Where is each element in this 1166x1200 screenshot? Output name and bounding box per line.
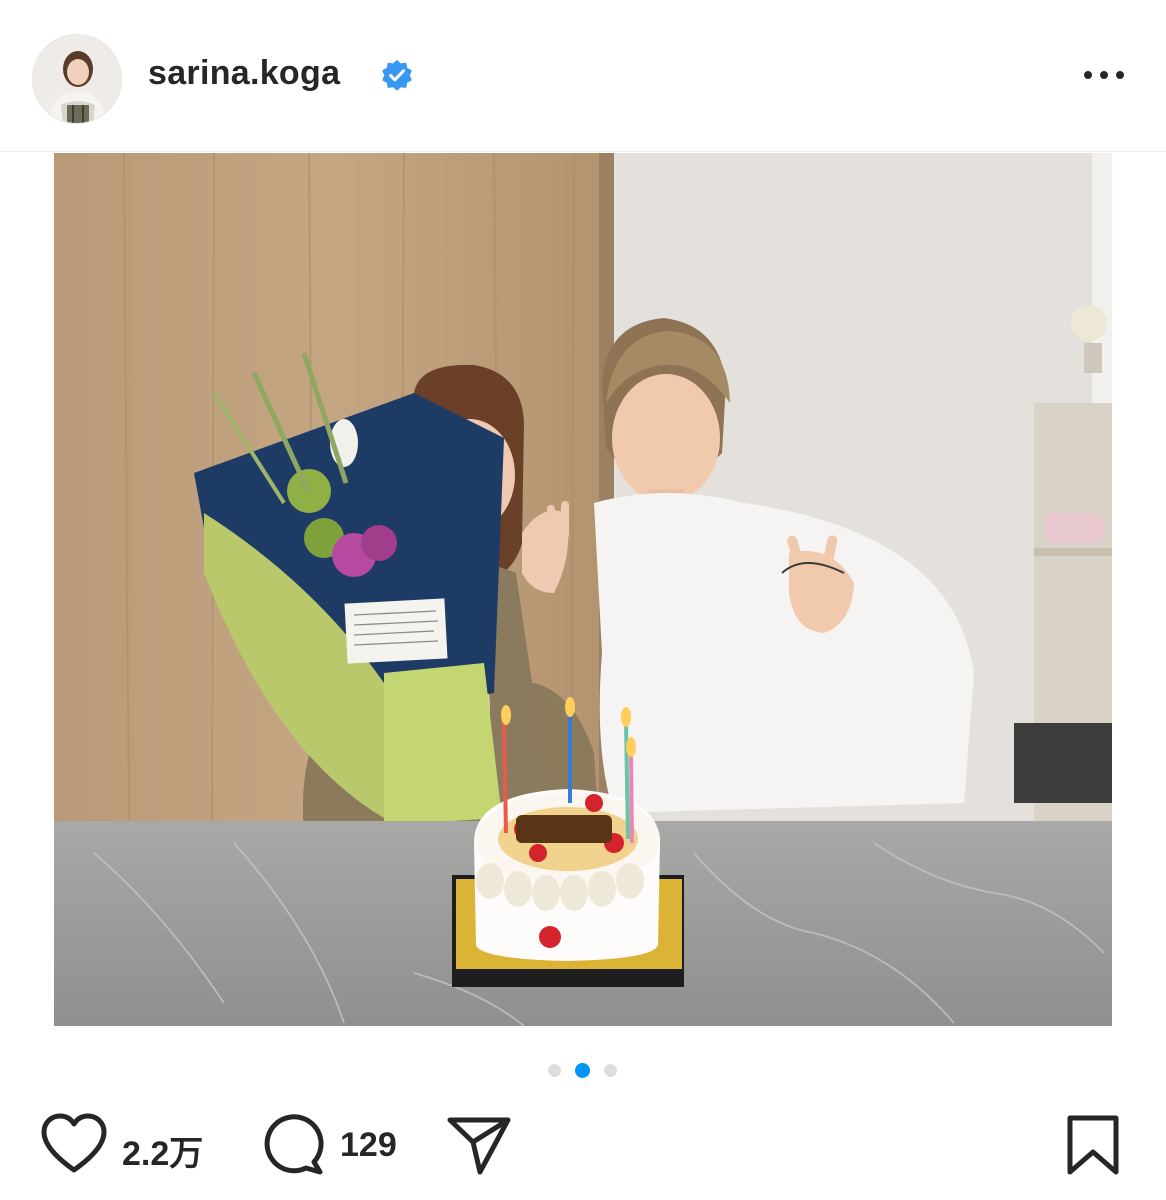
heart-icon[interactable]	[40, 1112, 108, 1176]
carousel-dot[interactable]	[604, 1064, 617, 1077]
paper-plane-icon[interactable]	[446, 1114, 512, 1176]
photo-illustration	[54, 153, 1112, 1026]
post-photo[interactable]	[54, 153, 1112, 1026]
carousel-dot-active[interactable]	[575, 1063, 590, 1078]
comment-icon[interactable]	[262, 1114, 326, 1176]
carousel-dot[interactable]	[548, 1064, 561, 1077]
verified-badge-icon	[382, 59, 412, 91]
more-options-icon[interactable]	[1078, 60, 1130, 90]
post-header: sarina.koga	[0, 0, 1166, 152]
comment-count[interactable]: 129	[340, 1126, 397, 1165]
carousel-indicator	[0, 1060, 1166, 1078]
bookmark-icon[interactable]	[1066, 1114, 1120, 1176]
username[interactable]: sarina.koga	[148, 54, 340, 93]
profile-avatar[interactable]	[32, 34, 122, 124]
avatar-image	[33, 35, 121, 123]
like-count[interactable]: 2.2万	[122, 1126, 203, 1175]
